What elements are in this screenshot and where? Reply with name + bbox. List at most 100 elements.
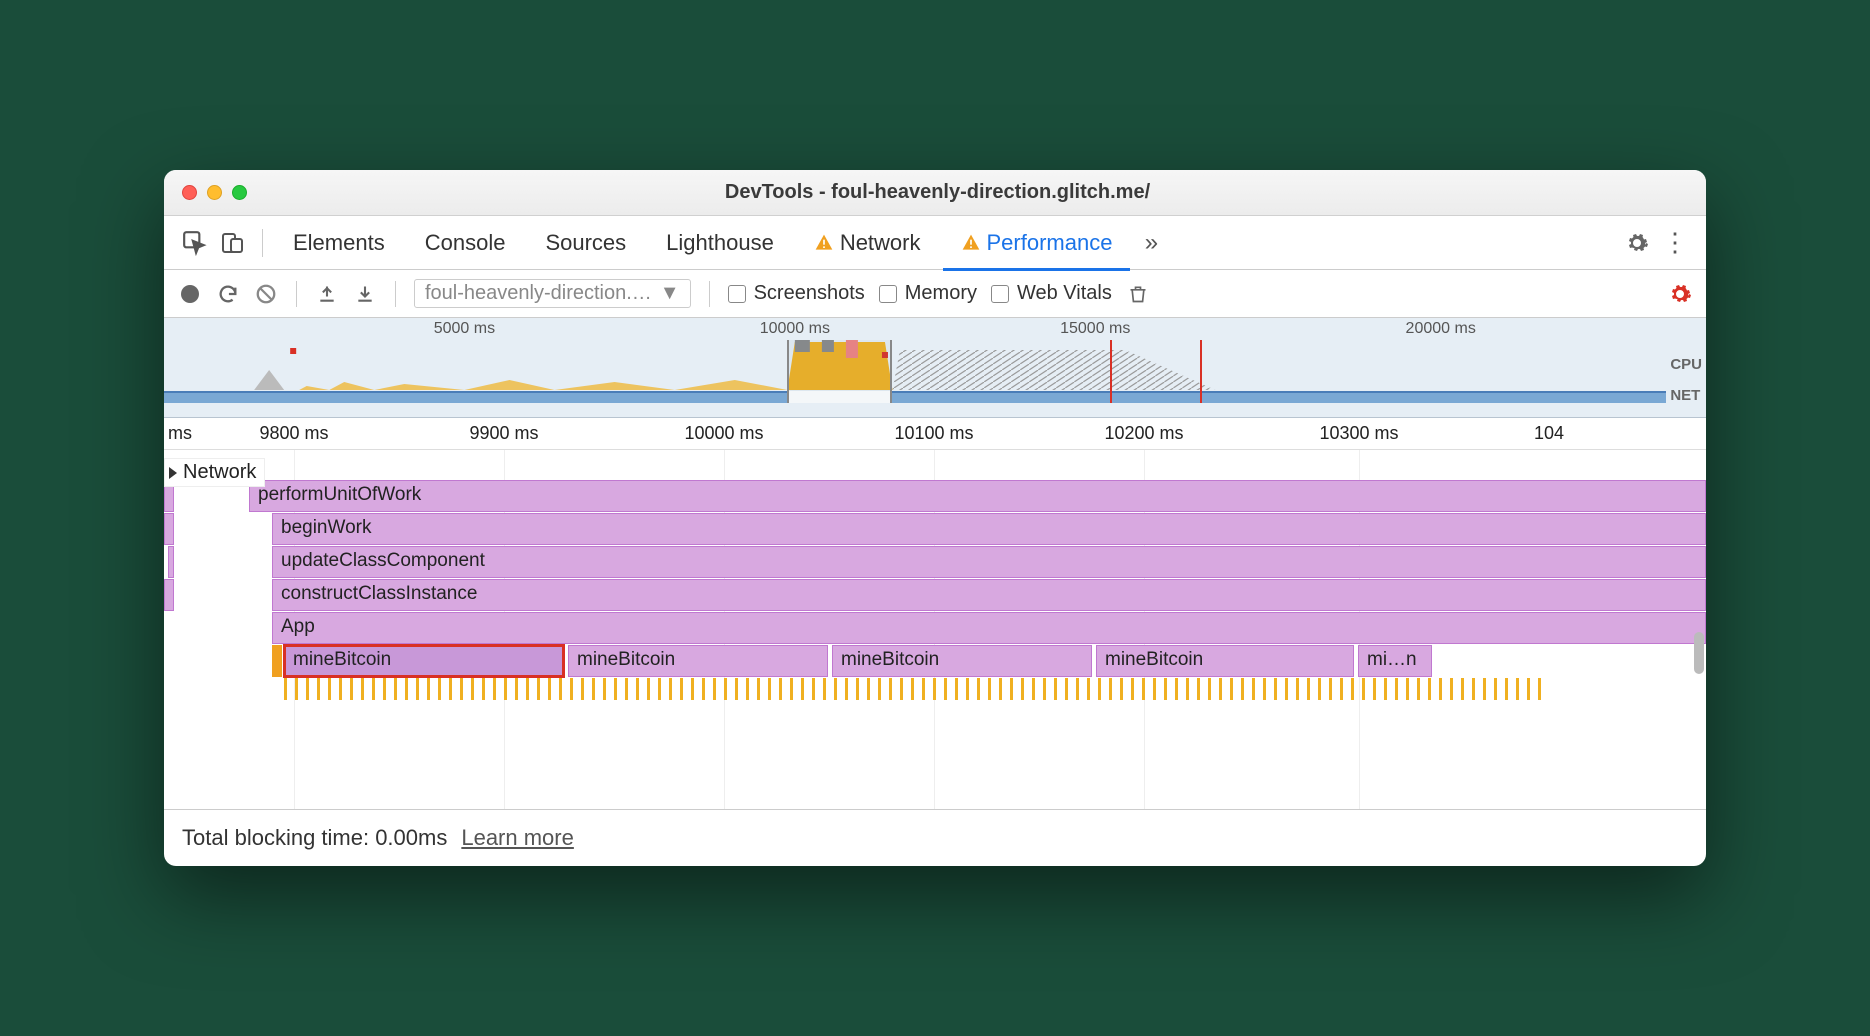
window-titlebar: DevTools - foul-heavenly-direction.glitc… xyxy=(164,170,1706,216)
kebab-menu-icon[interactable]: ⋮ xyxy=(1658,226,1692,260)
overview-selection[interactable] xyxy=(787,340,892,403)
flame-bar[interactable]: mineBitcoin xyxy=(568,645,828,677)
inspect-element-icon[interactable] xyxy=(178,226,212,260)
performance-toolbar: foul-heavenly-direction.… ▼ Screenshots … xyxy=(164,270,1706,318)
minimize-window-button[interactable] xyxy=(207,185,222,200)
task-tick xyxy=(493,678,496,700)
flame-bar[interactable]: beginWork xyxy=(272,513,1706,545)
settings-gear-icon[interactable] xyxy=(1620,226,1654,260)
flamechart-area[interactable]: Network performUnitOfWorkbeginWorkupdate… xyxy=(164,450,1706,810)
expand-triangle-icon xyxy=(169,467,177,479)
zoom-window-button[interactable] xyxy=(232,185,247,200)
load-profile-icon[interactable] xyxy=(315,282,339,306)
flame-bar[interactable]: App xyxy=(272,612,1706,644)
task-tick xyxy=(812,678,815,700)
learn-more-link[interactable]: Learn more xyxy=(461,825,574,851)
garbage-collect-icon[interactable] xyxy=(1126,282,1150,306)
overview-marker xyxy=(1200,340,1202,403)
task-tick xyxy=(966,678,969,700)
status-footer: Total blocking time: 0.00ms Learn more xyxy=(164,810,1706,866)
flame-left-stubs xyxy=(164,480,178,740)
webvitals-checkbox[interactable]: Web Vitals xyxy=(991,282,1112,305)
task-tick xyxy=(1098,678,1101,700)
task-tick xyxy=(603,678,606,700)
capture-settings-gear-icon[interactable] xyxy=(1668,282,1692,306)
task-tick xyxy=(735,678,738,700)
recording-select[interactable]: foul-heavenly-direction.… ▼ xyxy=(414,279,691,308)
flame-bar[interactable]: mineBitcoin xyxy=(1096,645,1354,677)
task-tick xyxy=(614,678,617,700)
task-tick xyxy=(691,678,694,700)
task-tick xyxy=(1274,678,1277,700)
ruler-tick: 9900 ms xyxy=(469,423,538,444)
tab-network[interactable]: Network xyxy=(796,216,939,270)
devtools-window: DevTools - foul-heavenly-direction.glitc… xyxy=(164,170,1706,866)
net-overview-chart xyxy=(164,391,1666,403)
tab-lighthouse[interactable]: Lighthouse xyxy=(648,216,792,270)
task-tick xyxy=(801,678,804,700)
clear-button[interactable] xyxy=(254,282,278,306)
task-tick xyxy=(581,678,584,700)
task-tick xyxy=(339,678,342,700)
close-window-button[interactable] xyxy=(182,185,197,200)
tab-elements[interactable]: Elements xyxy=(275,216,403,270)
vertical-scrollbar-thumb[interactable] xyxy=(1694,632,1704,674)
ruler-unit: ms xyxy=(168,423,192,444)
warning-icon xyxy=(814,233,834,253)
task-tick xyxy=(1439,678,1442,700)
flame-stub xyxy=(272,645,282,677)
ruler-tick: 10100 ms xyxy=(894,423,973,444)
traffic-lights xyxy=(182,185,247,200)
ruler-tick: 104 xyxy=(1534,423,1564,444)
memory-checkbox[interactable]: Memory xyxy=(879,282,977,305)
task-tick xyxy=(625,678,628,700)
task-tick xyxy=(779,678,782,700)
task-tick xyxy=(1318,678,1321,700)
more-tabs-button[interactable]: » xyxy=(1134,226,1168,260)
task-tick xyxy=(394,678,397,700)
task-tick xyxy=(1065,678,1068,700)
overview-tick: 10000 ms xyxy=(760,320,830,338)
overview-marker xyxy=(1110,340,1112,403)
device-toolbar-icon[interactable] xyxy=(216,226,250,260)
task-tick xyxy=(900,678,903,700)
reload-record-button[interactable] xyxy=(216,282,240,306)
flame-bar[interactable]: constructClassInstance xyxy=(272,579,1706,611)
task-tick xyxy=(680,678,683,700)
task-tick xyxy=(1219,678,1222,700)
tab-console[interactable]: Console xyxy=(407,216,524,270)
task-tick xyxy=(658,678,661,700)
task-tick xyxy=(405,678,408,700)
network-track-header[interactable]: Network xyxy=(164,458,265,487)
ruler-tick: 10200 ms xyxy=(1104,423,1183,444)
save-profile-icon[interactable] xyxy=(353,282,377,306)
task-tick xyxy=(669,678,672,700)
task-tick xyxy=(922,678,925,700)
tab-performance[interactable]: Performance xyxy=(943,216,1131,270)
tab-sources[interactable]: Sources xyxy=(527,216,644,270)
record-button[interactable] xyxy=(178,282,202,306)
timeline-overview[interactable]: 5000 ms10000 ms15000 ms20000 ms xyxy=(164,318,1706,418)
screenshots-checkbox[interactable]: Screenshots xyxy=(728,282,865,305)
timeline-ruler[interactable]: ms 9800 ms9900 ms10000 ms10100 ms10200 m… xyxy=(164,418,1706,450)
cpu-label: CPU xyxy=(1670,356,1702,373)
flame-bar[interactable]: mineBitcoin xyxy=(832,645,1092,677)
flame-bar[interactable]: performUnitOfWork xyxy=(249,480,1706,512)
task-tick xyxy=(911,678,914,700)
flame-bar[interactable]: mineBitcoin xyxy=(284,645,564,677)
task-tick xyxy=(1142,678,1145,700)
task-tick xyxy=(1395,678,1398,700)
task-tick xyxy=(471,678,474,700)
task-tick xyxy=(361,678,364,700)
task-tick xyxy=(504,678,507,700)
task-tick xyxy=(1263,678,1266,700)
task-tick xyxy=(438,678,441,700)
flame-bar[interactable]: updateClassComponent xyxy=(272,546,1706,578)
flame-bar[interactable]: mi…n xyxy=(1358,645,1432,677)
chevron-down-icon: ▼ xyxy=(660,282,680,305)
task-tick xyxy=(1384,678,1387,700)
task-tick xyxy=(449,678,452,700)
task-tick xyxy=(768,678,771,700)
task-tick xyxy=(1296,678,1299,700)
task-tick xyxy=(1087,678,1090,700)
